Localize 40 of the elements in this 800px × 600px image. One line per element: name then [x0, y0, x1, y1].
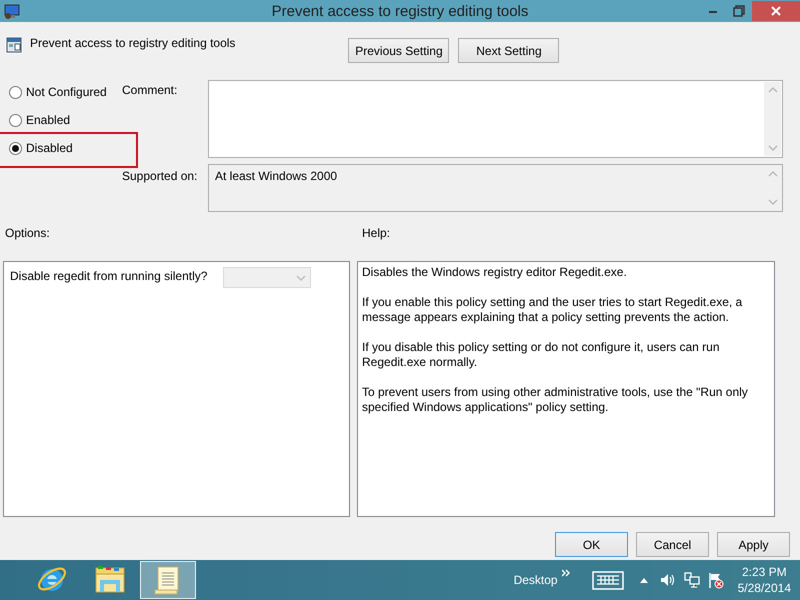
taskbar-button[interactable] [140, 561, 196, 599]
help-paragraph: If you enable this policy setting and the user tries to start Regedit.exe, a message appears explaining that a policy setting prevents the action. [362, 295, 744, 325]
clock-date: 5/28/2014 [738, 580, 791, 596]
policy-name: Prevent access to registry editing tools [30, 36, 236, 50]
close-icon [771, 6, 781, 16]
setting-nav-button[interactable]: Previous Setting [348, 38, 450, 63]
chevron-icon[interactable] [562, 569, 570, 577]
options-label: Options: [5, 226, 51, 240]
radio-option[interactable]: Not Configured [9, 84, 122, 100]
window-title: Prevent access to registry editing tools [272, 3, 528, 20]
network-icon[interactable] [684, 572, 700, 588]
clock[interactable]: 2:23 PM 5/28/2014 [738, 564, 791, 596]
dialog-button[interactable]: OK [555, 532, 628, 557]
dialog-button[interactable]: Apply [717, 532, 790, 557]
radio-button[interactable] [9, 142, 22, 154]
supported-on-label: Supported on: [122, 168, 198, 185]
speaker-icon[interactable] [660, 572, 676, 588]
computer-icon [3, 3, 21, 19]
action-center-icon[interactable] [708, 572, 724, 588]
radio-option[interactable]: Disabled [9, 140, 122, 156]
clock-time: 2:23 PM [742, 564, 787, 580]
close-button[interactable] [752, 0, 800, 20]
radio-button[interactable] [9, 86, 22, 98]
radio-button[interactable] [9, 114, 22, 126]
help-paragraph: If you disable this policy setting or do not configure it, users can run Regedit.exe normally. [362, 340, 721, 370]
help-label: Help: [362, 226, 390, 240]
comment-label: Comment: [122, 82, 178, 99]
setting-nav-button[interactable]: Next Setting [458, 38, 560, 63]
keyboard-icon[interactable] [592, 570, 624, 590]
option-label: Disable regedit from running silently? [10, 268, 208, 283]
help-paragraph: Disables the Windows registry editor Regedit.exe. [362, 265, 628, 280]
radio-option[interactable]: Enabled [9, 112, 122, 128]
restore-icon [733, 4, 745, 16]
supported-on-field: At least Windows 2000 [208, 164, 783, 212]
dialog-button[interactable]: Cancel [636, 532, 709, 557]
help-paragraph: To prevent users from using other administrative tools, use the "Run only specified Windows applications" policy setting. [362, 385, 749, 415]
desktop-toolbar-label[interactable]: Desktop [514, 573, 558, 587]
caret-up-icon[interactable] [640, 577, 648, 583]
caret-icon [296, 274, 306, 280]
policy-icon [6, 37, 22, 53]
